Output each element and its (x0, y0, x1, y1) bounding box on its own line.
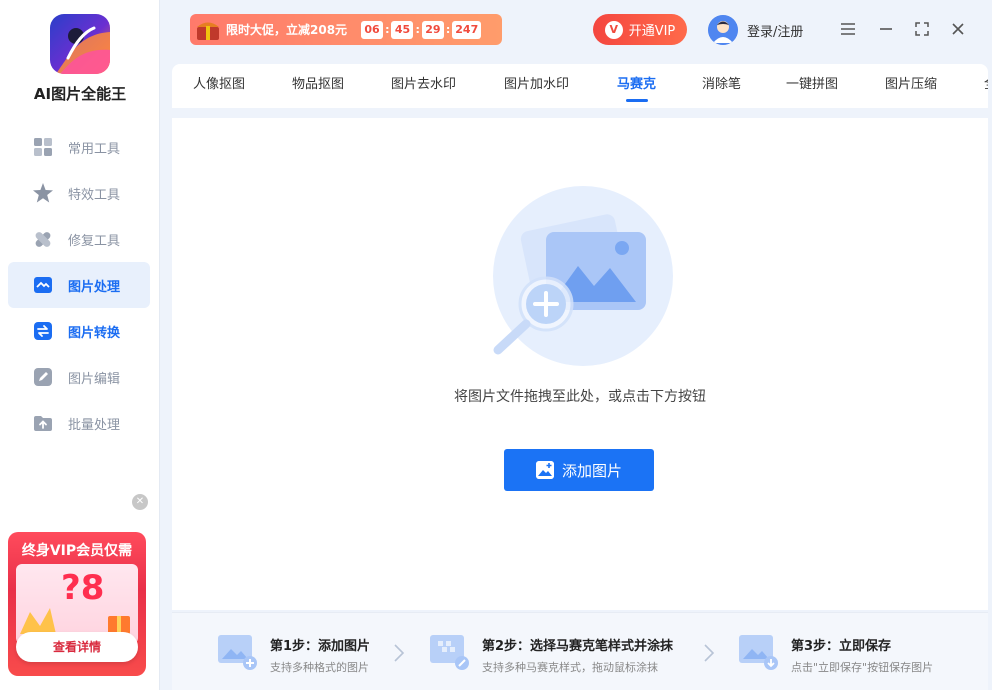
mosaic-step-icon (430, 635, 469, 670)
open-vip-button[interactable]: V 开通VIP (593, 14, 687, 45)
add-image-step-icon (218, 635, 257, 670)
countdown-separator: : (445, 23, 451, 36)
vip-promo-card[interactable]: 终身VIP会员仅需 ?8 查看详情 (8, 532, 146, 676)
sidebar-item-label: 修复工具 (68, 233, 121, 249)
tool-tabs: 人像抠图 物品抠图 图片去水印 图片加水印 马赛克 消除笔 一键拼图 图片压缩 … (172, 64, 988, 108)
sidebar-item-batch-processing[interactable]: 批量处理 (8, 400, 150, 446)
sidebar-item-label: 图片转换 (68, 325, 121, 341)
edit-icon (32, 366, 54, 388)
avatar (708, 15, 738, 45)
app-logo (50, 14, 110, 74)
sidebar-item-label: 图片处理 (68, 279, 121, 295)
login-register-link[interactable]: 登录/注册 (708, 15, 803, 45)
tab-portrait-cutout[interactable]: 人像抠图 (193, 64, 245, 108)
sidebar-item-image-edit[interactable]: 图片编辑 (8, 354, 150, 400)
drop-zone[interactable]: 将图片文件拖拽至此处，或点击下方按钮 添加图片 (172, 118, 988, 610)
sidebar-item-label: 批量处理 (68, 417, 121, 433)
steps-bar: 第1步：添加图片 支持多种格式的图片 第2步：选择马赛克笔样式并涂抹 支持多种马… (172, 612, 988, 690)
step-2-desc: 支持多种马赛克样式，拖动鼠标涂抹 (482, 661, 658, 674)
step-3-desc: 点击"立即保存"按钮保存图片 (791, 661, 934, 674)
tab-mosaic[interactable]: 马赛克 (617, 64, 656, 108)
tab-more[interactable]: 全 (984, 64, 988, 108)
vip-badge-icon: V (604, 20, 623, 39)
tab-object-cutout[interactable]: 物品抠图 (292, 64, 344, 108)
countdown-milliseconds: 247 (452, 20, 482, 39)
countdown-separator: : (385, 23, 390, 36)
promo-details-button[interactable]: 查看详情 (16, 632, 138, 662)
open-vip-label: 开通VIP (628, 24, 676, 39)
minimize-icon[interactable] (877, 20, 895, 38)
drop-hint-text: 将图片文件拖拽至此处，或点击下方按钮 (454, 389, 706, 405)
promo-price: ?8 (61, 568, 105, 608)
menu-icon[interactable] (839, 20, 857, 38)
step-1-title: 第1步：添加图片 (270, 639, 371, 654)
step-2-title: 第2步：选择马赛克笔样式并涂抹 (482, 639, 674, 654)
promo-close-button[interactable]: ✕ (132, 494, 148, 510)
sidebar-item-label: 特效工具 (68, 187, 121, 203)
tab-remove-watermark[interactable]: 图片去水印 (391, 64, 456, 108)
tab-collage[interactable]: 一键拼图 (786, 64, 838, 108)
sidebar-item-image-convert[interactable]: 图片转换 (8, 308, 150, 354)
sidebar-item-label: 图片编辑 (68, 371, 121, 387)
add-image-label: 添加图片 (561, 461, 622, 480)
grid-icon (32, 136, 54, 158)
close-icon[interactable] (949, 20, 967, 38)
image-process-icon (32, 274, 54, 296)
countdown-hours: 06 (361, 20, 384, 39)
star-icon (32, 182, 54, 204)
app-window: AI图片全能王 常用工具 特效工具 修复工具 图片处理 图片转换 图片编辑 批量… (0, 0, 992, 690)
sidebar-item-label: 常用工具 (68, 141, 121, 157)
tab-compress[interactable]: 图片压缩 (885, 64, 937, 108)
sidebar: AI图片全能王 常用工具 特效工具 修复工具 图片处理 图片转换 图片编辑 批量… (0, 0, 160, 690)
chevron-right-icon (394, 644, 405, 662)
app-title: AI图片全能王 (33, 85, 127, 103)
bandage-icon (32, 228, 54, 250)
countdown-separator: : (415, 23, 420, 36)
sidebar-item-effect-tools[interactable]: 特效工具 (8, 170, 150, 216)
sidebar-item-repair-tools[interactable]: 修复工具 (8, 216, 150, 262)
convert-icon (32, 320, 54, 342)
treasure-chest-icon (190, 14, 226, 45)
sidebar-nav: 常用工具 特效工具 修复工具 图片处理 图片转换 图片编辑 批量处理 (8, 124, 150, 446)
step-3-title: 第3步：立即保存 (791, 639, 892, 654)
save-step-icon (739, 635, 778, 670)
top-bar: 限时大促，立减208元 06 : 45 : 29 : 247 V 开通VIP 登… (160, 0, 992, 60)
countdown-seconds: 29 (421, 20, 444, 39)
step-1-desc: 支持多种格式的图片 (270, 661, 369, 674)
promo-title: 终身VIP会员仅需 (21, 543, 133, 559)
image-zoom-illustration-icon (493, 186, 673, 366)
chevron-right-icon (704, 644, 715, 662)
sale-banner[interactable]: 限时大促，立减208元 06 : 45 : 29 : 247 (190, 14, 502, 45)
batch-upload-icon (32, 412, 54, 434)
login-label: 登录/注册 (747, 24, 804, 40)
countdown-minutes: 45 (391, 20, 414, 39)
maximize-icon[interactable] (913, 20, 931, 38)
sidebar-item-image-processing[interactable]: 图片处理 (8, 262, 150, 308)
sidebar-item-common-tools[interactable]: 常用工具 (8, 124, 150, 170)
tab-eraser-pen[interactable]: 消除笔 (702, 64, 741, 108)
add-image-icon (535, 461, 554, 479)
tab-add-watermark[interactable]: 图片加水印 (504, 64, 569, 108)
sale-text: 限时大促，立减208元 (226, 23, 348, 37)
add-image-button[interactable]: 添加图片 (504, 449, 654, 491)
